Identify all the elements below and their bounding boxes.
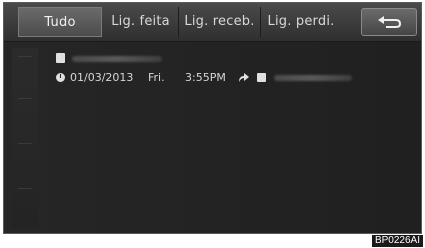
contact-name-row <box>52 52 192 66</box>
tab-missed[interactable]: Lig. perdi. <box>261 7 341 37</box>
tab-outgoing[interactable]: Lig. feita <box>103 7 179 37</box>
scrollbar[interactable] <box>12 48 38 228</box>
scroll-tick <box>18 143 32 144</box>
return-arrow-icon <box>378 16 402 28</box>
scroll-tick <box>18 56 32 57</box>
figure-caption: BP0226AI <box>371 235 423 247</box>
call-time: 3:55PM <box>185 71 226 84</box>
tab-received[interactable]: Lig. receb. <box>179 7 261 37</box>
clock-icon <box>56 73 65 82</box>
person-icon <box>56 53 65 63</box>
call-details-row: 01/03/2013 Fri. 3:55PM <box>52 70 382 86</box>
tab-all[interactable]: Tudo <box>18 7 102 37</box>
blurred-phone-number <box>274 75 352 81</box>
phone-number-icon <box>257 73 266 82</box>
scroll-tick <box>18 98 32 99</box>
tab-bar: Tudo Lig. feita Lig. receb. Lig. perdi. <box>4 3 421 42</box>
call-day: Fri. <box>148 71 165 84</box>
back-button[interactable] <box>361 8 417 36</box>
call-history-item[interactable]: 01/03/2013 Fri. 3:55PM <box>52 52 382 90</box>
call-date: 01/03/2013 <box>70 71 134 84</box>
phone-screen: Tudo Lig. feita Lig. receb. Lig. perdi. <box>3 2 422 234</box>
outgoing-call-icon <box>239 73 249 82</box>
call-history-list: 01/03/2013 Fri. 3:55PM <box>4 42 421 233</box>
scroll-tick <box>18 188 32 189</box>
blurred-contact-name <box>72 56 162 62</box>
